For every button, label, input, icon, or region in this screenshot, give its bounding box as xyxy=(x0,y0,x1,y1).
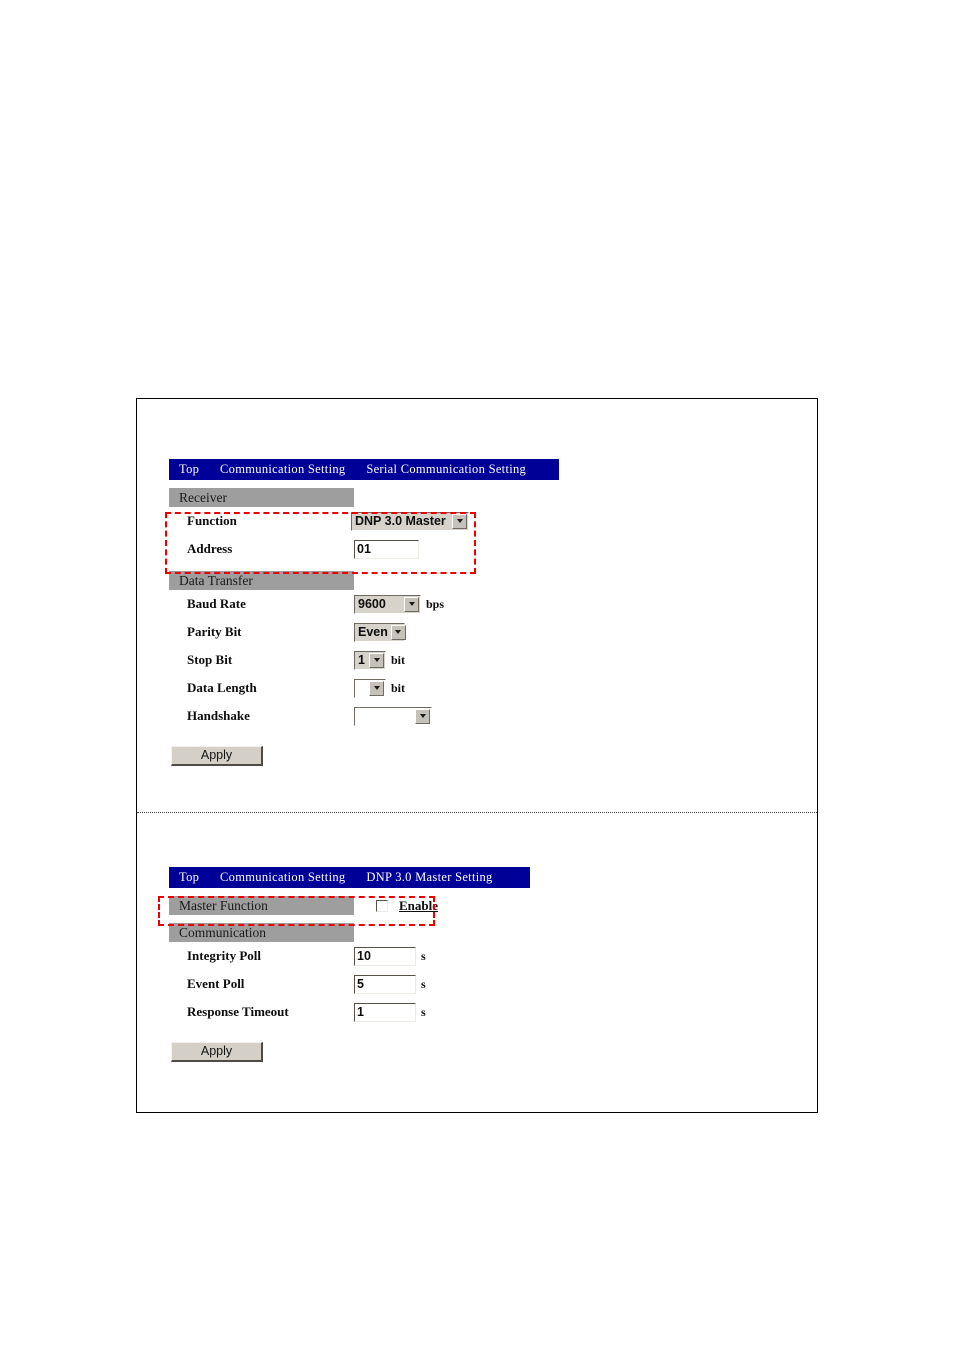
unit-stop-bit: bit xyxy=(391,652,406,667)
unit-response-timeout: s xyxy=(421,1004,426,1019)
field-row-event-poll: Event Poll 5 s xyxy=(169,970,469,998)
control-event-poll: 5 s xyxy=(354,974,426,994)
label-baud-rate: Baud Rate xyxy=(187,596,246,611)
breadcrumb-serial: Top Communication Setting Serial Communi… xyxy=(169,459,559,480)
parity-bit-select[interactable]: Even xyxy=(354,622,406,642)
parity-bit-select-value: Even xyxy=(358,625,388,639)
document-frame: Top Communication Setting Serial Communi… xyxy=(136,398,818,1113)
label-function: Function xyxy=(187,513,237,528)
breadcrumb-dnp: Top Communication Setting DNP 3.0 Master… xyxy=(169,867,530,888)
field-row-parity-bit: Parity Bit Even xyxy=(169,618,469,646)
control-data-length: bit xyxy=(354,678,406,698)
enable-checkbox-label[interactable]: Enable xyxy=(399,898,438,913)
baud-rate-select-value: 9600 xyxy=(358,597,386,611)
label-stop-bit: Stop Bit xyxy=(187,652,233,667)
control-stop-bit: 1 bit xyxy=(354,650,406,670)
breadcrumb-root-serial[interactable]: Top xyxy=(179,459,199,480)
chevron-down-icon[interactable] xyxy=(404,596,419,612)
control-address: 01 xyxy=(354,539,419,559)
control-parity-bit: Even xyxy=(354,622,410,642)
chevron-down-icon[interactable] xyxy=(369,652,384,668)
field-row-data-length: Data Length bit xyxy=(169,674,469,702)
breadcrumb-level2-dnp: DNP 3.0 Master Setting xyxy=(366,870,493,884)
unit-baud-rate: bps xyxy=(426,596,445,611)
data-length-select[interactable] xyxy=(354,678,386,698)
label-response-timeout: Response Timeout xyxy=(187,1004,289,1019)
breadcrumb-level1-dnp[interactable]: Communication Setting xyxy=(220,867,345,888)
master-function-row: Master Function Enable xyxy=(169,896,530,915)
label-handshake: Handshake xyxy=(187,708,250,723)
enable-checkbox[interactable] xyxy=(376,899,388,912)
field-row-handshake: Handshake xyxy=(169,702,469,730)
stop-bit-select-value: 1 xyxy=(358,653,365,667)
label-event-poll: Event Poll xyxy=(187,976,245,991)
label-address: Address xyxy=(187,541,233,556)
field-row-stop-bit: Stop Bit 1 bit xyxy=(169,646,469,674)
section-divider xyxy=(137,812,817,813)
breadcrumb-level2-serial: Serial Communication Setting xyxy=(366,462,527,476)
enable-checkbox-group[interactable]: Enable xyxy=(376,897,438,915)
handshake-select[interactable] xyxy=(354,706,432,726)
breadcrumb-level1-serial[interactable]: Communication Setting xyxy=(220,459,345,480)
stop-bit-select[interactable]: 1 xyxy=(354,650,386,670)
group-header-communication: Communication xyxy=(169,923,354,942)
field-row-address: Address 01 xyxy=(169,535,469,563)
control-response-timeout: 1 s xyxy=(354,1002,426,1022)
chevron-down-icon[interactable] xyxy=(452,513,467,529)
breadcrumb-root-dnp[interactable]: Top xyxy=(179,867,199,888)
chevron-down-icon[interactable] xyxy=(415,708,430,724)
serial-communication-setting-screen: Top Communication Setting Serial Communi… xyxy=(169,459,559,766)
baud-rate-select[interactable]: 9600 xyxy=(354,594,421,614)
function-select[interactable]: DNP 3.0 Master xyxy=(351,511,469,531)
chevron-down-icon[interactable] xyxy=(390,624,406,640)
event-poll-input[interactable]: 5 xyxy=(354,974,416,994)
label-parity-bit: Parity Bit xyxy=(187,624,242,639)
label-data-length: Data Length xyxy=(187,680,257,695)
control-integrity-poll: 10 s xyxy=(354,946,426,966)
unit-integrity-poll: s xyxy=(421,948,426,963)
group-header-master-function: Master Function xyxy=(169,896,354,915)
unit-event-poll: s xyxy=(421,976,426,991)
address-input[interactable]: 01 xyxy=(354,539,419,559)
label-integrity-poll: Integrity Poll xyxy=(187,948,262,963)
field-row-response-timeout: Response Timeout 1 s xyxy=(169,998,469,1026)
chevron-down-icon[interactable] xyxy=(369,680,384,696)
control-baud-rate: 9600 bps xyxy=(354,594,445,614)
control-handshake xyxy=(354,706,437,726)
dnp-master-setting-screen: Top Communication Setting DNP 3.0 Master… xyxy=(169,867,530,1062)
field-row-integrity-poll: Integrity Poll 10 s xyxy=(169,942,469,970)
field-row-baud-rate: Baud Rate 9600 bps xyxy=(169,590,469,618)
function-select-value: DNP 3.0 Master xyxy=(355,514,446,528)
integrity-poll-input[interactable]: 10 xyxy=(354,946,416,966)
field-row-function: Function DNP 3.0 Master xyxy=(169,507,469,535)
response-timeout-input[interactable]: 1 xyxy=(354,1002,416,1022)
group-header-data-transfer: Data Transfer xyxy=(169,571,354,590)
apply-button-serial[interactable]: Apply xyxy=(171,746,263,766)
apply-button-dnp[interactable]: Apply xyxy=(171,1042,263,1062)
unit-data-length: bit xyxy=(391,680,406,695)
control-function: DNP 3.0 Master xyxy=(351,511,469,531)
group-header-receiver: Receiver xyxy=(169,488,354,507)
